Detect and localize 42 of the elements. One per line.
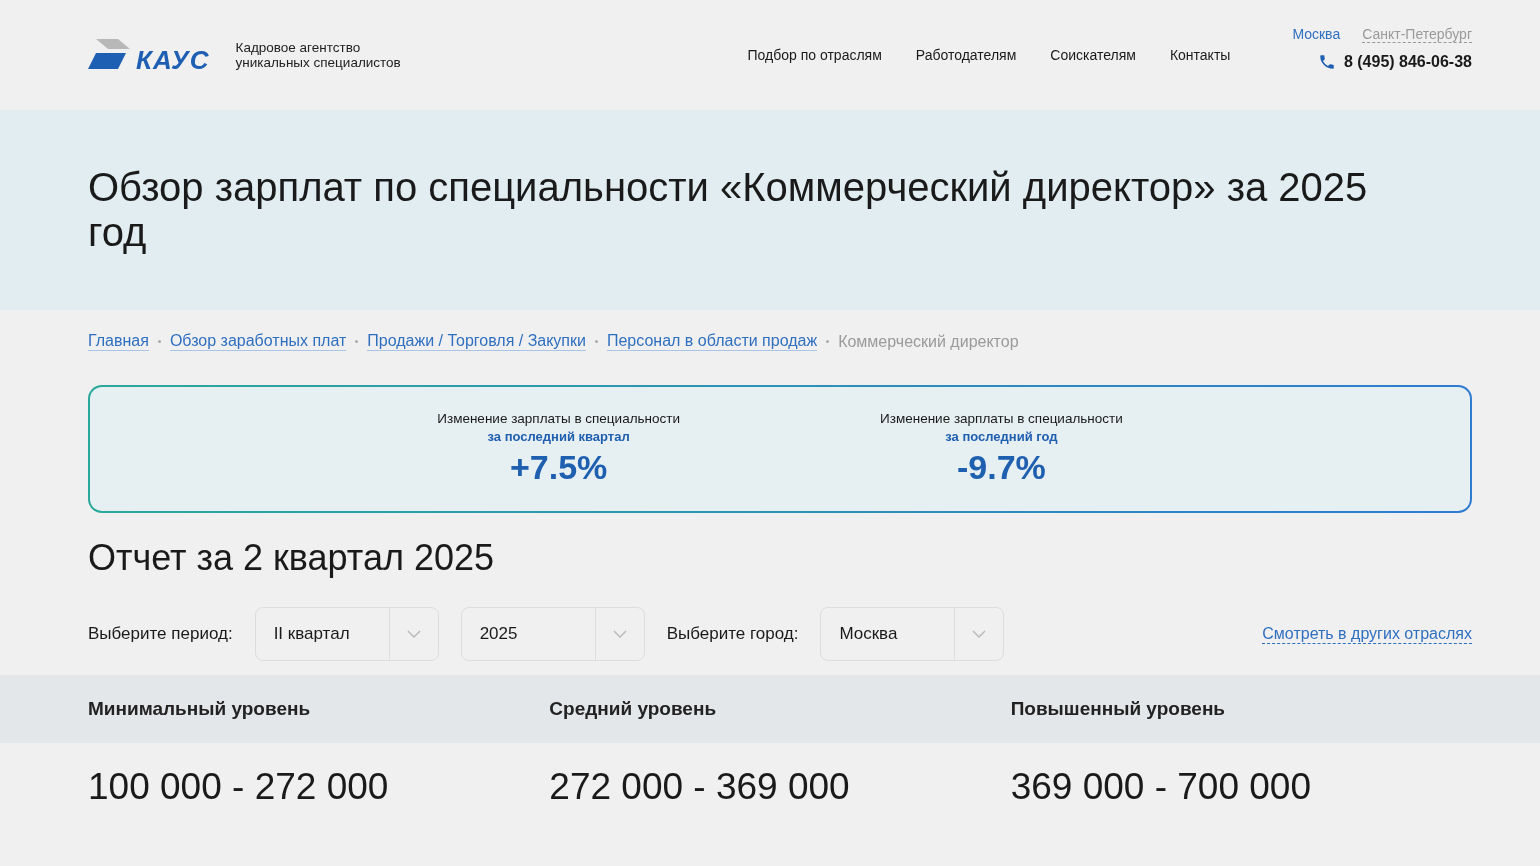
year-select[interactable]: 2025 bbox=[460, 607, 645, 661]
stat-label: Изменение зарплаты в специальности bbox=[437, 411, 680, 426]
city-select[interactable]: Москва bbox=[820, 607, 1005, 661]
nav-link[interactable]: Подбор по отраслям bbox=[747, 47, 882, 63]
report-title: Отчет за 2 квартал 2025 bbox=[88, 537, 496, 579]
separator-dot bbox=[594, 340, 598, 343]
level-name: Повышенный уровень bbox=[1010, 698, 1226, 719]
phone-number: 8 (495) 846-06-38 bbox=[1343, 52, 1472, 71]
stat-value: +7.5% bbox=[509, 448, 608, 487]
logo-text: КАУС bbox=[136, 44, 210, 76]
page-title: Обзор зарплат по специальности «Коммерческий директор» за 2025 год bbox=[88, 165, 1369, 255]
nav-link[interactable]: Соискателям bbox=[1050, 47, 1136, 63]
salary-range: 100 000 - 272 000 bbox=[88, 766, 389, 807]
city-link[interactable]: Москва bbox=[1292, 25, 1341, 43]
level-name: Минимальный уровень bbox=[88, 698, 311, 719]
stat-period: за последний год bbox=[945, 429, 1058, 444]
tagline: Кадровое агентство уникальных специалистов bbox=[235, 40, 401, 70]
filter-label: Выберите город: bbox=[666, 624, 799, 644]
filter-label: Выберите период: bbox=[88, 624, 233, 644]
phone-icon bbox=[1317, 52, 1336, 71]
salary-range: 369 000 - 700 000 bbox=[1010, 766, 1312, 807]
stat-period: за последний квартал bbox=[487, 429, 630, 444]
stat-value: -9.7% bbox=[956, 448, 1046, 487]
chevron-down-icon bbox=[972, 630, 987, 638]
quarter-select[interactable]: II квартал bbox=[254, 607, 439, 661]
breadcrumb-link[interactable]: Обзор заработных плат bbox=[169, 332, 347, 351]
salary-range: 272 000 - 369 000 bbox=[549, 766, 850, 807]
breadcrumb-link[interactable]: Главная bbox=[88, 332, 149, 351]
other-industries-link[interactable]: Смотреть в других отраслях bbox=[1262, 624, 1472, 644]
breadcrumb-link[interactable]: Продажи / Торговля / Закупки bbox=[367, 332, 586, 351]
nav-link[interactable]: Контакты bbox=[1169, 47, 1231, 63]
nav-link[interactable]: Работодателям bbox=[915, 47, 1017, 63]
current-page-label: Коммерческий директор bbox=[838, 332, 1019, 351]
separator-dot bbox=[826, 340, 830, 343]
separator-dot bbox=[157, 340, 161, 343]
level-name: Средний уровень bbox=[549, 698, 717, 719]
separator-dot bbox=[355, 340, 359, 343]
breadcrumb-link[interactable]: Персонал в области продаж bbox=[606, 332, 818, 351]
logo-icon bbox=[88, 39, 132, 71]
stat-label: Изменение зарплаты в специальности bbox=[880, 411, 1123, 426]
chevron-down-icon bbox=[406, 630, 421, 638]
chevron-down-icon bbox=[612, 630, 627, 638]
